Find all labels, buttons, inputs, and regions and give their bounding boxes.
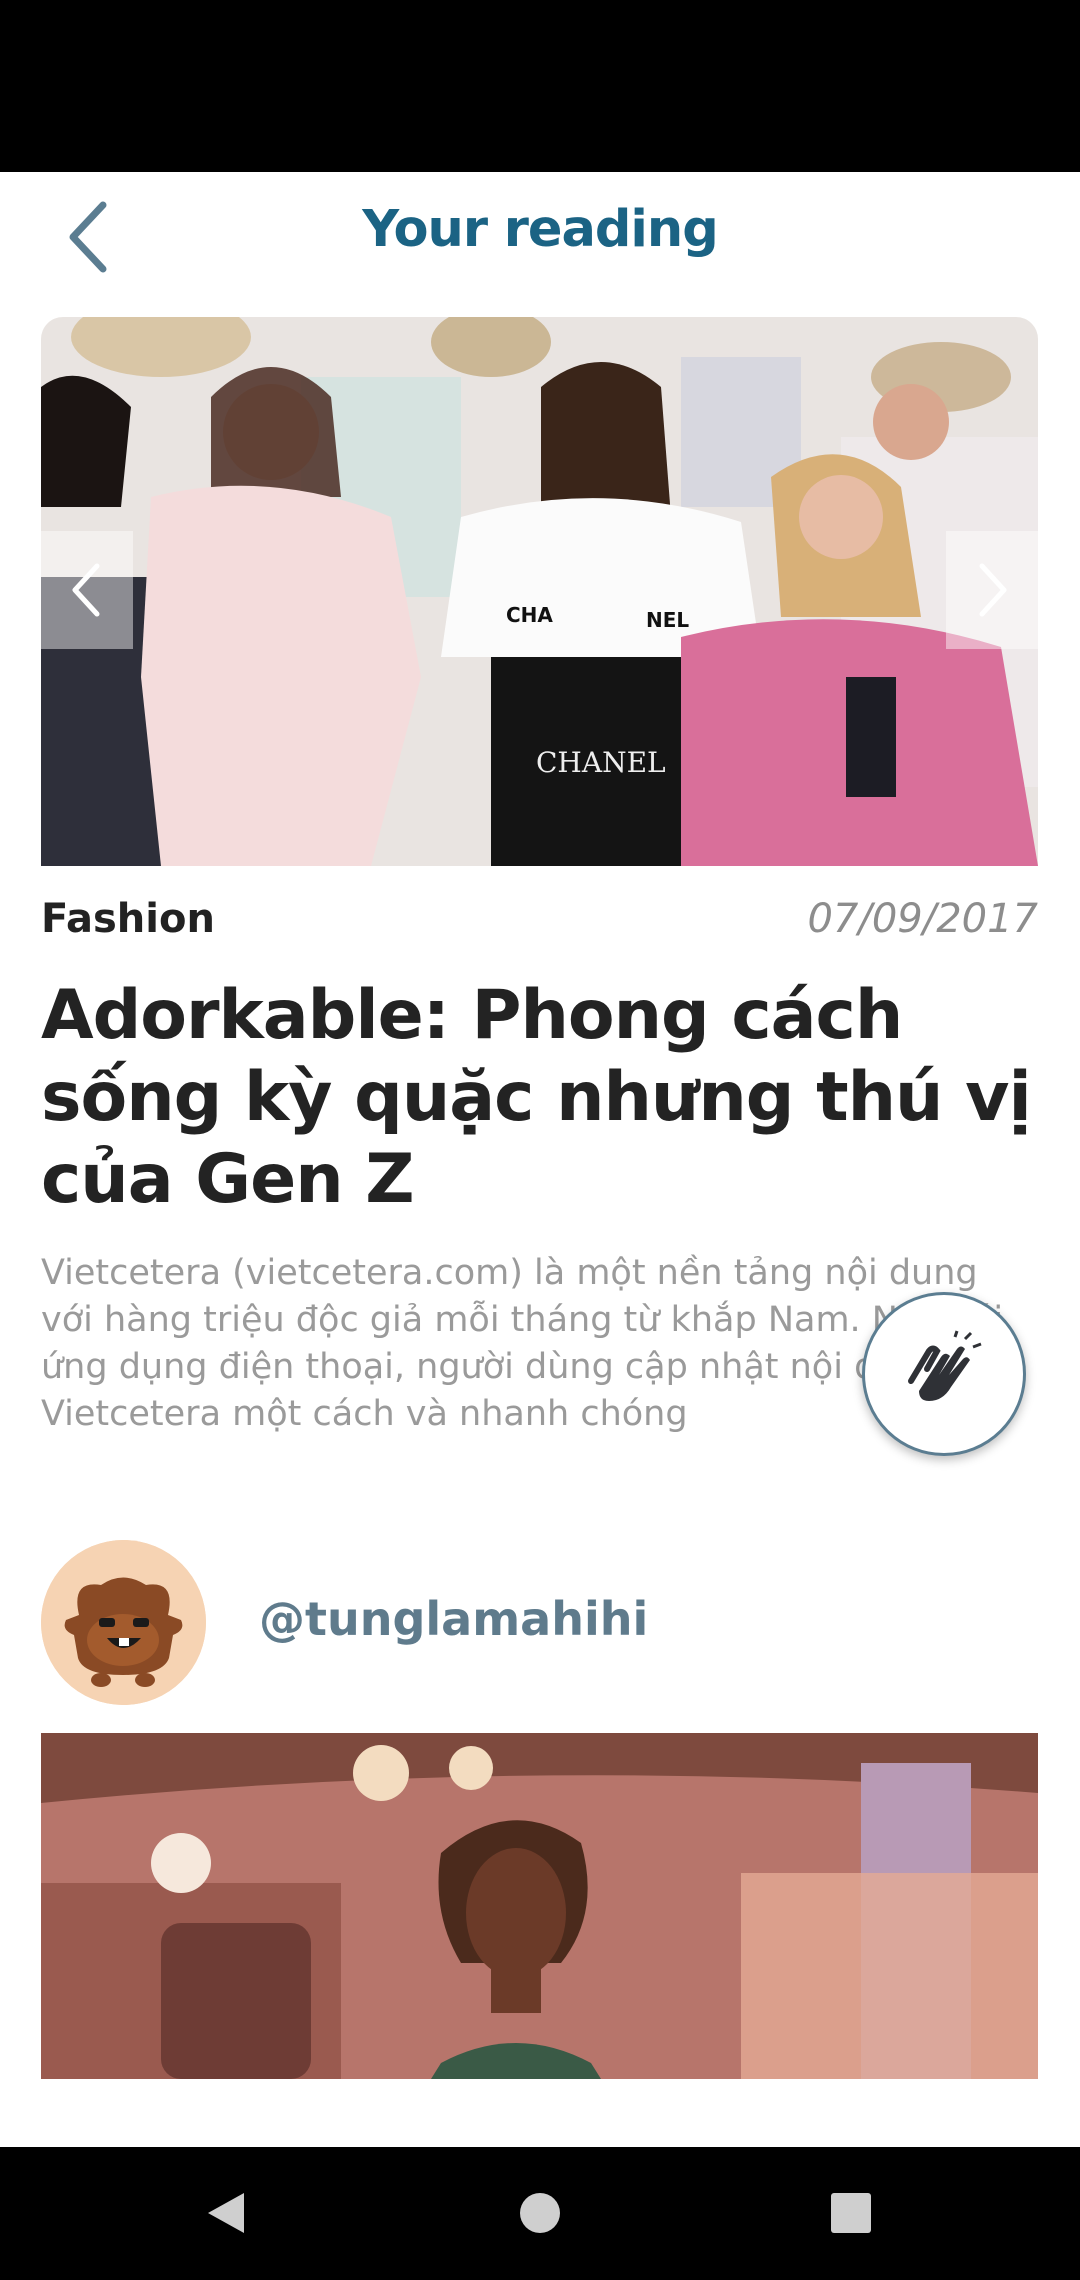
clap-button[interactable] [862, 1292, 1026, 1456]
status-bar [0, 0, 1080, 172]
carousel-next-button[interactable] [946, 531, 1038, 649]
category-label[interactable]: Fashion [41, 896, 215, 942]
avatar[interactable] [41, 1540, 206, 1705]
article-title: Adorkable: Phong cách sống kỳ quặc nhưng… [41, 976, 1032, 1219]
clap-hands-icon [908, 1330, 982, 1401]
shirt-text-right: NEL [646, 608, 689, 632]
nav-recents-button[interactable] [811, 2177, 891, 2249]
shirt-text-left: CHA [506, 603, 553, 627]
nav-back-button[interactable] [186, 2177, 266, 2249]
circle-home-icon [520, 2193, 560, 2233]
hero-image[interactable]: CHA NEL CHANEL [41, 317, 1038, 866]
next-article-image[interactable] [41, 1733, 1038, 2079]
character-avatar-icon [41, 1540, 206, 1705]
article-meta: Fashion 07/09/2017 [41, 890, 1038, 950]
author-row[interactable]: @tunglamahihi [41, 1540, 1038, 1705]
carousel-prev-button[interactable] [41, 531, 133, 649]
square-recents-icon [831, 2193, 871, 2233]
author-username[interactable]: @tunglamahihi [259, 1592, 648, 1646]
runway-photo: CHA NEL CHANEL [41, 317, 1038, 866]
page-title: Your reading [362, 200, 718, 259]
belt-text: CHANEL [536, 746, 666, 779]
chevron-left-icon [72, 563, 100, 617]
triangle-back-icon [208, 2193, 244, 2233]
publish-date: 07/09/2017 [807, 896, 1038, 942]
nav-home-button[interactable] [500, 2177, 580, 2249]
portrait-photo [41, 1733, 1038, 2079]
system-nav-bar [0, 2147, 1080, 2280]
chevron-right-icon [979, 563, 1007, 617]
app-header: Your reading [0, 172, 1080, 292]
